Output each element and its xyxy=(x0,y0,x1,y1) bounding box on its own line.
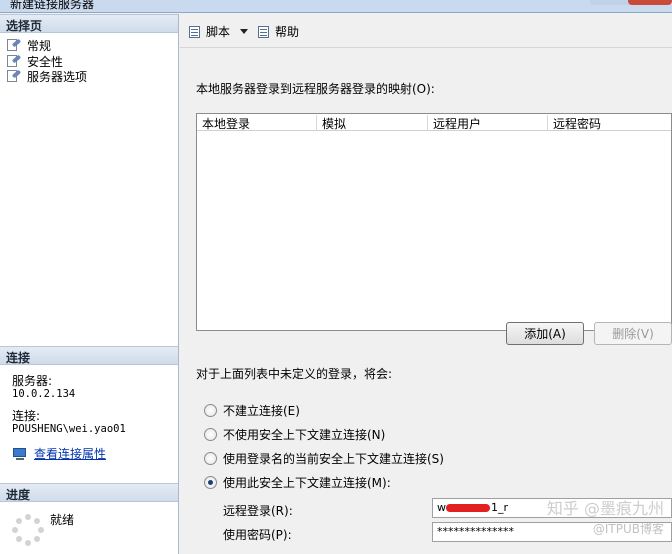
server-label: 服务器: xyxy=(12,374,53,388)
link-label: 查看连接属性 xyxy=(34,447,107,461)
page-settings-icon xyxy=(6,69,22,83)
help-label: 帮助 xyxy=(275,25,300,39)
add-button[interactable]: 添加(A) xyxy=(506,322,584,345)
title-bar: 新建链接服务器 xyxy=(0,0,672,13)
server-value: 10.0.2.134 xyxy=(12,388,76,400)
column-header-remote-user[interactable]: 远程用户 xyxy=(428,115,548,131)
view-connection-properties-link[interactable]: 查看连接属性 xyxy=(12,445,106,462)
option-label: 不建立连接(E) xyxy=(223,404,300,418)
column-header-impersonate[interactable]: 模拟 xyxy=(317,115,428,131)
page-item-general[interactable]: 常规 xyxy=(6,37,51,53)
option-label: 使用此安全上下文建立连接(M): xyxy=(223,476,391,490)
remove-button[interactable]: 删除(V) xyxy=(594,322,672,345)
option-label: 使用登录名的当前安全上下文建立连接(S) xyxy=(223,452,444,466)
option-label: 不使用安全上下文建立连接(N) xyxy=(223,428,386,442)
page-settings-icon xyxy=(6,38,22,52)
script-button[interactable]: 脚本 xyxy=(188,23,249,40)
page-item-label: 服务器选项 xyxy=(27,69,88,84)
script-icon xyxy=(188,25,202,39)
watermark-line1: 知乎 @墨痕九州 xyxy=(546,499,664,518)
option-not-be-made[interactable]: 不建立连接(E) xyxy=(204,402,300,419)
page-item-label: 常规 xyxy=(27,38,52,53)
radio-button[interactable] xyxy=(204,452,217,465)
page-settings-icon xyxy=(6,54,22,68)
progress-spinner-icon xyxy=(12,514,44,546)
help-button[interactable]: 帮助 xyxy=(257,23,299,40)
column-header-remote-password[interactable]: 远程密码 xyxy=(548,115,672,131)
connection-header: 连接 xyxy=(0,346,178,365)
redaction-mark xyxy=(446,504,490,512)
script-label: 脚本 xyxy=(206,25,231,39)
grid-header: 本地登录 模拟 远程用户 远程密码 xyxy=(197,114,671,131)
undefined-logins-label: 对于上面列表中未定义的登录，将会: xyxy=(196,367,393,381)
radio-button[interactable] xyxy=(204,404,217,417)
progress-header: 进度 xyxy=(0,483,178,502)
connection-properties-icon xyxy=(12,447,28,461)
right-panel: 脚本 帮助 本地服务器登录到远程服务器登录的映射(O): 本地登录 模拟 远程用… xyxy=(180,14,672,554)
close-button[interactable] xyxy=(628,0,672,5)
password-label: 使用密码(P): xyxy=(223,528,292,542)
option-without-security-context[interactable]: 不使用安全上下文建立连接(N) xyxy=(204,426,385,443)
connection-value: POUSHENG\wei.yao01 xyxy=(12,423,126,435)
progress-status: 就绪 xyxy=(50,513,75,527)
window-title: 新建链接服务器 xyxy=(10,0,95,11)
remote-login-prefix: w xyxy=(437,501,446,514)
radio-button-selected[interactable] xyxy=(204,476,217,489)
select-page-header: 选择页 xyxy=(0,14,178,33)
radio-button[interactable] xyxy=(204,428,217,441)
remote-login-label: 远程登录(R): xyxy=(223,504,293,518)
left-panel: 选择页 常规 安全性 服务器选项 连接 服务器: 10.0.2.134 连接: … xyxy=(0,14,179,554)
mapping-label: 本地服务器登录到远程服务器登录的映射(O): xyxy=(196,82,435,96)
option-current-security-context[interactable]: 使用登录名的当前安全上下文建立连接(S) xyxy=(204,450,444,467)
page-item-server-options[interactable]: 服务器选项 xyxy=(6,68,87,84)
login-mapping-grid[interactable]: 本地登录 模拟 远程用户 远程密码 xyxy=(196,113,672,331)
watermark: 知乎 @墨痕九州 @ITPUB博客 xyxy=(547,499,664,539)
option-this-security-context[interactable]: 使用此安全上下文建立连接(M): xyxy=(204,474,391,491)
connection-label: 连接: xyxy=(12,409,41,423)
column-header-local-login[interactable]: 本地登录 xyxy=(197,115,317,131)
connection-info: 连接: POUSHENG\wei.yao01 xyxy=(12,410,126,436)
remote-login-suffix: 1_r xyxy=(491,501,509,514)
help-icon xyxy=(257,25,271,39)
toolbar: 脚本 帮助 xyxy=(180,14,672,48)
watermark-line2: @ITPUB博客 xyxy=(592,522,664,536)
server-info: 服务器: 10.0.2.134 xyxy=(12,375,75,401)
chevron-down-icon[interactable] xyxy=(240,29,249,34)
